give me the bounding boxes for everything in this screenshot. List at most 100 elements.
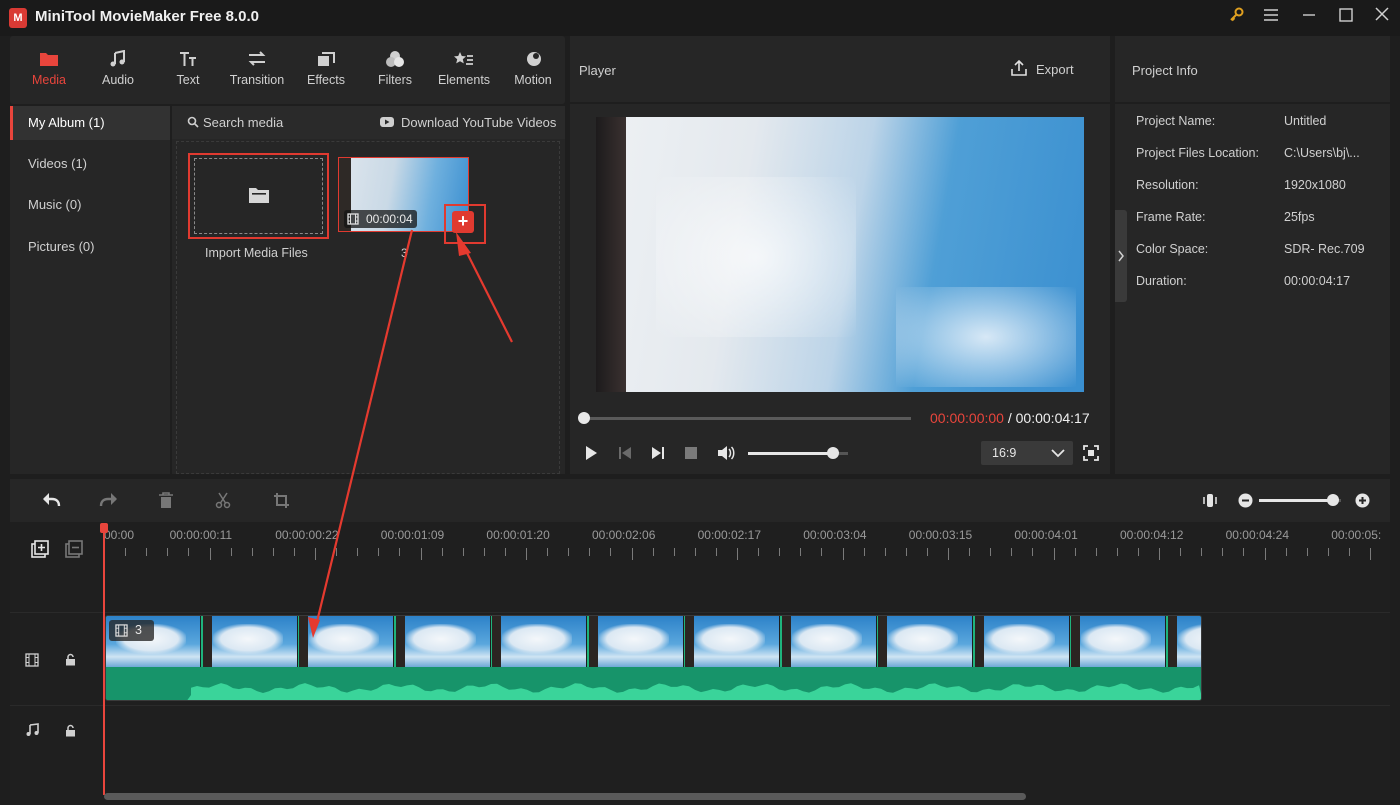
ruler-tick-mark <box>715 548 717 556</box>
player-panel: 00:00:00:00 / 00:00:04:17 16:9 <box>570 104 1110 474</box>
clip-frame-thumbnail <box>974 616 1070 667</box>
volume-handle[interactable] <box>827 447 839 459</box>
close-icon[interactable] <box>1369 6 1395 30</box>
transition-icon <box>248 51 266 66</box>
collapse-panel-handle[interactable] <box>1115 210 1127 302</box>
clip-frame-thumbnail <box>685 616 780 667</box>
tab-effects-label: Effects <box>307 73 345 87</box>
tab-text[interactable]: Text <box>154 36 222 104</box>
sidebar-item-videos[interactable]: Videos (1) <box>10 147 170 181</box>
ruler-tick-mark <box>652 548 654 556</box>
folder-icon <box>40 53 58 66</box>
aspect-ratio-select[interactable]: 16:9 <box>981 441 1073 465</box>
stop-icon[interactable] <box>684 446 698 460</box>
play-icon[interactable] <box>583 445 599 461</box>
redo-icon[interactable] <box>99 492 119 508</box>
project-location-value: C:\Users\bj\... <box>1284 146 1360 160</box>
ruler-tick-mark <box>462 548 464 556</box>
timeline-ruler[interactable]: 00:00 00:00:00:11 00:00:00:22 00:00:01:09 00… <box>104 523 1390 575</box>
folder-icon <box>249 188 269 203</box>
clip-name: 3 <box>401 246 408 260</box>
filters-icon <box>386 51 404 67</box>
search-input[interactable]: Search media <box>203 115 283 130</box>
timecode-separator: / <box>1007 410 1012 426</box>
minimize-icon[interactable] <box>1296 6 1322 30</box>
zoom-out-icon[interactable] <box>1238 493 1253 508</box>
music-note-icon <box>110 50 125 67</box>
ruler-tick-mark <box>694 548 696 556</box>
snap-icon[interactable] <box>1202 492 1218 509</box>
clip-duration-badge: 00:00:04 <box>344 210 417 228</box>
ruler-tick-label: 00:00:04:12 <box>1120 528 1184 542</box>
ruler-tick-mark <box>758 548 760 556</box>
tab-audio[interactable]: Audio <box>84 36 152 104</box>
volume-icon[interactable] <box>716 444 736 462</box>
project-location-key: Project Files Location: <box>1136 146 1259 160</box>
ruler-tick-mark <box>990 548 992 556</box>
ruler-tick-mark <box>1370 548 1371 560</box>
timeline-video-clip[interactable]: 3 <box>105 615 1202 701</box>
ruler-tick-mark <box>547 548 549 556</box>
import-media-button[interactable] <box>188 153 329 239</box>
ruler-tick-mark <box>272 548 274 556</box>
tab-elements[interactable]: Elements <box>430 36 498 104</box>
sidebar-item-pictures[interactable]: Pictures (0) <box>10 230 170 264</box>
add-to-timeline-button[interactable]: + <box>452 211 474 233</box>
ruler-tick-mark <box>884 548 886 556</box>
zoom-handle[interactable] <box>1326 494 1339 506</box>
sidebar-item-music[interactable]: Music (0) <box>10 188 170 222</box>
playback-progress-track[interactable] <box>583 417 911 420</box>
export-icon <box>1011 59 1027 76</box>
clip-frame-thumbnail <box>395 616 491 667</box>
clip-frame-thumbnail <box>202 616 298 667</box>
add-track-icon[interactable] <box>31 540 49 558</box>
tab-transition[interactable]: Transition <box>223 36 291 104</box>
menu-icon[interactable] <box>1258 6 1284 30</box>
playhead[interactable] <box>103 523 105 795</box>
ruler-tick-mark <box>209 548 211 560</box>
film-icon <box>115 624 128 637</box>
aspect-ratio-value: 16:9 <box>992 446 1017 460</box>
zoom-in-icon[interactable] <box>1355 493 1370 508</box>
fullscreen-icon[interactable] <box>1083 445 1099 461</box>
ruler-tick-mark <box>1306 548 1308 556</box>
tab-filters[interactable]: Filters <box>361 36 429 104</box>
timeline-scrollbar[interactable] <box>104 793 1026 800</box>
app-window: M MiniTool MovieMaker Free 8.0.0 Media A… <box>0 0 1400 805</box>
previous-frame-icon[interactable] <box>617 445 633 461</box>
audio-waveform <box>106 667 1201 700</box>
export-button[interactable]: Export <box>1010 59 1090 81</box>
ruler-tick-mark <box>1011 548 1013 556</box>
ruler-tick-label: 00:00:02:06 <box>592 528 656 542</box>
ruler-tick-mark <box>504 548 506 556</box>
tab-motion[interactable]: Motion <box>499 36 567 104</box>
current-time: 00:00:00:00 <box>930 410 1004 426</box>
crop-icon[interactable] <box>273 492 290 509</box>
ruler-tick-mark <box>188 548 190 556</box>
delete-icon[interactable] <box>158 492 174 509</box>
timecode: 00:00:00:00 / 00:00:04:17 <box>930 410 1090 426</box>
ruler-tick-mark <box>1137 548 1139 556</box>
ruler-tick-label: 00:00:01:20 <box>486 528 550 542</box>
lock-icon[interactable] <box>65 724 76 737</box>
download-youtube-button[interactable]: Download YouTube Videos <box>401 115 556 130</box>
ruler-tick-mark <box>1180 548 1182 556</box>
ruler-tick-mark <box>800 548 802 556</box>
remove-track-icon[interactable] <box>65 540 83 558</box>
app-logo-icon: M <box>9 8 27 28</box>
effects-icon <box>318 52 335 66</box>
undo-icon[interactable] <box>41 492 61 508</box>
sidebar-item-my-album[interactable]: My Album (1) <box>10 106 170 140</box>
elements-icon <box>454 52 473 65</box>
lock-icon[interactable] <box>65 653 76 666</box>
title-bar: M MiniTool MovieMaker Free 8.0.0 <box>0 0 1400 36</box>
tab-effects[interactable]: Effects <box>292 36 360 104</box>
tab-media[interactable]: Media <box>15 36 83 104</box>
playback-progress-handle[interactable] <box>578 412 590 424</box>
next-frame-icon[interactable] <box>650 445 666 461</box>
playhead-handle[interactable] <box>100 523 108 533</box>
maximize-icon[interactable] <box>1333 6 1359 30</box>
ruler-tick-mark <box>737 548 738 560</box>
key-icon[interactable] <box>1224 6 1250 30</box>
split-icon[interactable] <box>215 492 231 509</box>
